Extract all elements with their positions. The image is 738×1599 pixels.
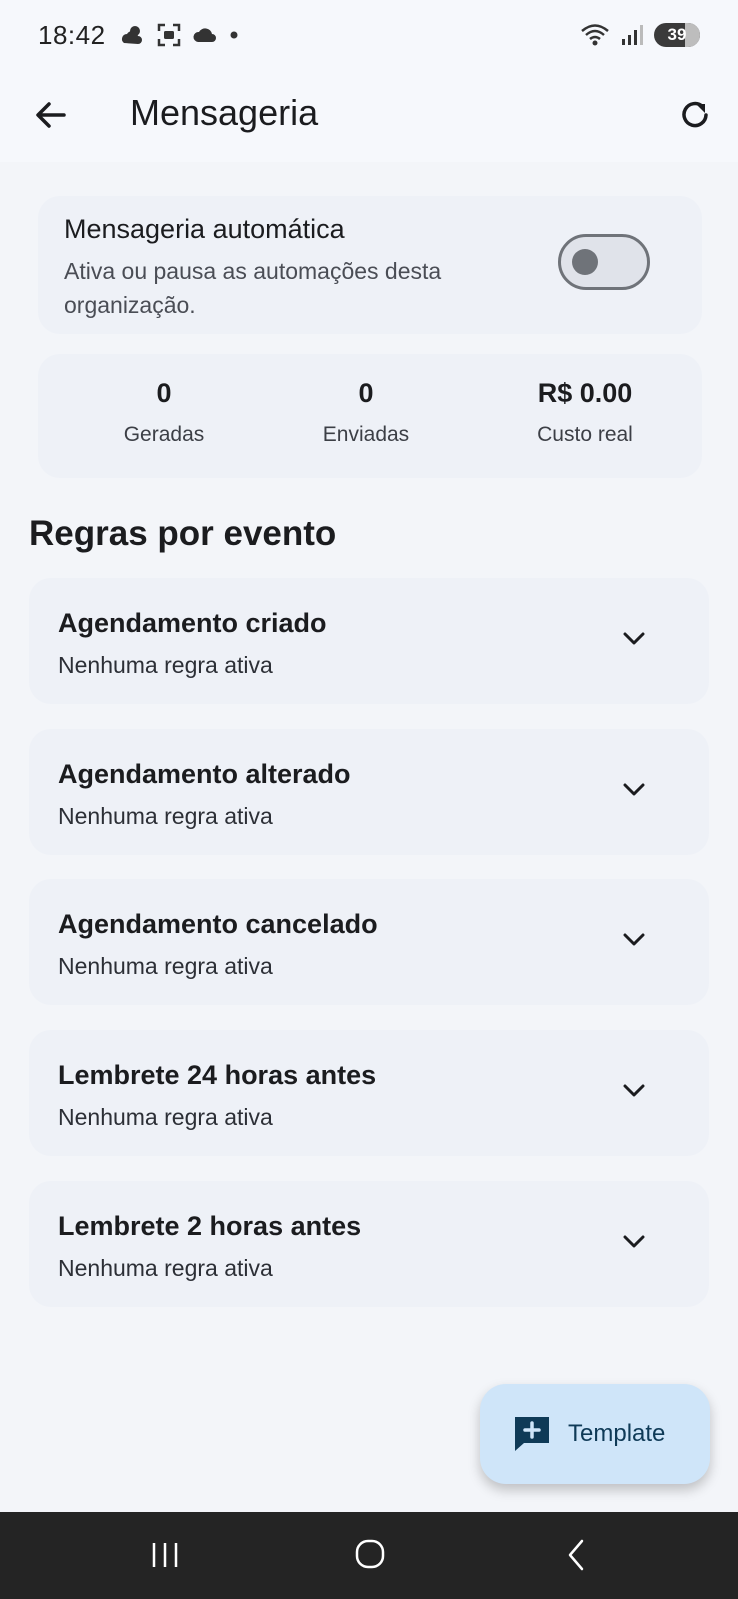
stat-cost: R$ 0.00 Custo real (490, 378, 680, 447)
rule-title: Agendamento criado (58, 608, 327, 638)
stat-sent: 0 Enviadas (286, 378, 446, 447)
fab-label: Template (568, 1420, 666, 1447)
rule-item[interactable]: Lembrete 24 horas antes Nenhuma regra at… (29, 1030, 709, 1156)
app-bar: Mensageria (0, 70, 738, 162)
stat-value: 0 (358, 378, 374, 408)
rule-item[interactable]: Agendamento alterado Nenhuma regra ativa (29, 729, 709, 855)
notification-icons (120, 22, 240, 48)
rule-status: Nenhuma regra ativa (58, 1104, 273, 1130)
chevron-down-icon (623, 1084, 645, 1097)
automation-title: Mensageria automática (64, 214, 345, 244)
rule-status: Nenhuma regra ativa (58, 652, 273, 678)
rule-item[interactable]: Agendamento criado Nenhuma regra ativa (29, 578, 709, 704)
add-comment-icon (515, 1417, 549, 1451)
content: Mensageria automática Ativa ou pausa as … (0, 162, 738, 1512)
chevron-down-icon (623, 783, 645, 796)
rule-title: Agendamento alterado (58, 759, 351, 789)
rule-item[interactable]: Lembrete 2 horas antes Nenhuma regra ati… (29, 1181, 709, 1307)
refresh-icon[interactable] (676, 96, 714, 134)
stats-card: 0 Geradas 0 Enviadas R$ 0.00 Custo real (38, 354, 702, 478)
rule-title: Agendamento cancelado (58, 909, 378, 939)
status-bar: 18:42 39 (0, 0, 738, 70)
stat-value: R$ 0.00 (537, 378, 633, 408)
rule-status: Nenhuma regra ativa (58, 953, 273, 979)
status-left: 18:42 (38, 20, 240, 51)
dot-icon (230, 31, 238, 39)
rule-title: Lembrete 24 horas antes (58, 1060, 377, 1090)
chevron-down-icon (623, 1235, 645, 1248)
automation-card: Mensageria automática Ativa ou pausa as … (38, 196, 702, 334)
status-right: 39 (580, 22, 700, 48)
stat-value: 0 (156, 378, 172, 408)
rule-title: Lembrete 2 horas antes (58, 1211, 362, 1241)
battery-level: 39 (667, 25, 687, 44)
back-nav-icon[interactable] (558, 1538, 598, 1572)
screenshot-icon (157, 23, 180, 47)
chevron-down-icon (623, 933, 645, 946)
home-icon[interactable] (350, 1538, 390, 1572)
battery-icon: 39 (654, 23, 700, 47)
chevron-down-icon (623, 632, 645, 645)
page-title: Mensageria (130, 92, 319, 133)
recent-apps-icon[interactable] (145, 1538, 185, 1572)
cloud-icon (193, 28, 216, 42)
system-nav-bar (0, 1512, 738, 1599)
automation-description: Ativa ou pausa as automações desta organ… (64, 258, 442, 318)
rule-item[interactable]: Agendamento cancelado Nenhuma regra ativ… (29, 879, 709, 1005)
status-time: 18:42 (38, 19, 106, 50)
toggle-knob (572, 249, 598, 275)
stat-label: Geradas (123, 423, 205, 446)
stat-generated: 0 Geradas (84, 378, 244, 447)
rule-status: Nenhuma regra ativa (58, 1255, 273, 1281)
add-template-button[interactable]: Template (480, 1384, 710, 1484)
stat-label: Custo real (537, 423, 633, 446)
rule-status: Nenhuma regra ativa (58, 803, 273, 829)
section-title: Regras por evento (29, 514, 337, 553)
wifi-icon (581, 24, 609, 46)
stat-label: Enviadas (322, 423, 410, 446)
weather-icon (121, 26, 142, 44)
signal-icon (622, 25, 643, 45)
automation-toggle[interactable] (558, 234, 650, 290)
back-arrow-icon[interactable] (30, 94, 72, 136)
